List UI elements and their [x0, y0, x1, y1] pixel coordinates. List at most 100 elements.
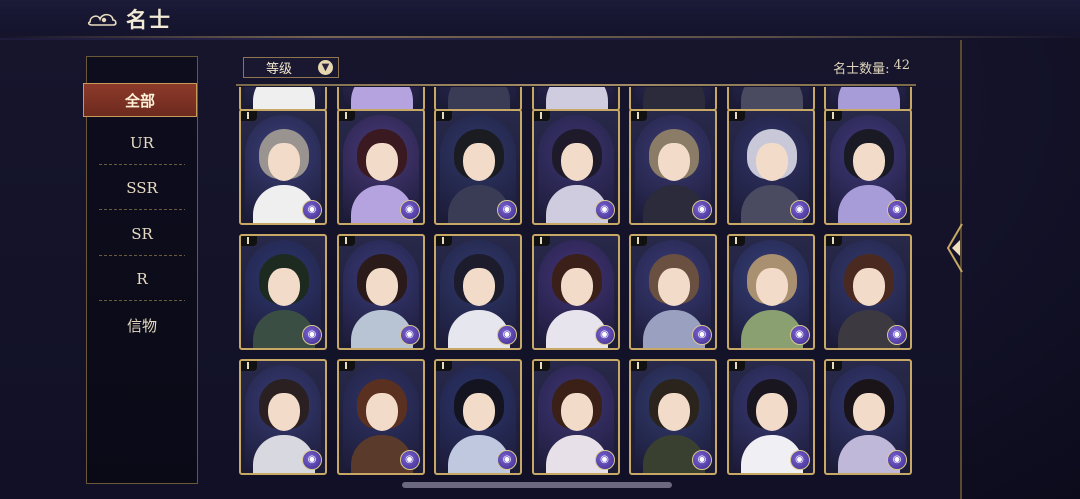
count-value: 42 [893, 58, 910, 73]
portrait-face [463, 268, 495, 306]
rank-marker [436, 236, 452, 246]
rank-marker [533, 111, 550, 121]
character-card[interactable]: ◉ [239, 87, 327, 111]
portrait-face [853, 393, 885, 431]
portrait-face [560, 268, 593, 306]
portrait-face [853, 268, 885, 306]
portrait-face [658, 268, 690, 306]
class-badge-icon: ◉ [789, 325, 810, 345]
portrait-face [268, 143, 300, 181]
filter-sr-label: SR [131, 225, 153, 243]
filter-sr-tab[interactable]: SR [99, 212, 185, 256]
divider [99, 209, 185, 210]
portrait-face [755, 143, 788, 181]
character-card[interactable]: ◉ [726, 359, 815, 475]
filter-ur-tab[interactable]: UR [99, 121, 185, 165]
character-card[interactable]: ◉ [336, 359, 425, 475]
character-card[interactable]: ◉ [336, 87, 425, 111]
character-card[interactable]: ◉ [726, 234, 815, 350]
character-card[interactable]: ◉ [726, 87, 815, 111]
character-card[interactable]: ◉ [531, 359, 620, 475]
class-badge-icon: ◉ [302, 450, 322, 470]
class-badge-icon: ◉ [302, 325, 322, 345]
rank-marker [338, 236, 355, 246]
sort-dropdown[interactable]: 等级 ▼ [243, 57, 339, 78]
character-card[interactable]: ◉ [824, 359, 912, 475]
class-badge-icon: ◉ [399, 200, 420, 220]
portrait-face [560, 143, 593, 181]
title-bar: 名士 [86, 4, 172, 34]
character-card[interactable]: ◉ [726, 109, 815, 225]
filter-r-label: R [136, 270, 148, 288]
filter-ssr-label: SSR [126, 179, 158, 197]
character-card[interactable]: ◉ [434, 87, 522, 111]
character-count: 名士数量: 42 [833, 58, 910, 77]
character-card[interactable]: ◉ [336, 109, 425, 225]
sort-label: 等级 [266, 62, 293, 77]
character-card[interactable]: ◉ [531, 234, 620, 350]
character-card[interactable]: ◉ [824, 109, 912, 225]
class-badge-icon: ◉ [302, 200, 322, 220]
rank-marker [436, 361, 452, 371]
filter-token-tab[interactable]: 信物 [99, 303, 185, 347]
class-badge-icon: ◉ [789, 450, 810, 470]
class-badge-icon: ◉ [399, 325, 420, 345]
portrait-face [268, 268, 300, 306]
class-badge-icon: ◉ [789, 200, 810, 220]
character-card[interactable]: ◉ [239, 234, 327, 350]
class-badge-icon: ◉ [594, 200, 615, 220]
filter-ur-label: UR [130, 134, 154, 152]
portrait-face [365, 393, 398, 431]
character-card[interactable]: ◉ [336, 234, 425, 350]
character-card[interactable]: ◉ [239, 359, 327, 475]
horizontal-scrollbar[interactable] [402, 482, 672, 488]
portrait-face [365, 143, 398, 181]
character-card[interactable]: ◉ [824, 87, 912, 111]
character-card[interactable]: ◉ [239, 109, 327, 225]
portrait-robe [545, 87, 608, 109]
portrait-face [365, 268, 398, 306]
class-badge-icon: ◉ [692, 325, 712, 345]
portrait-robe [350, 87, 413, 109]
character-card[interactable]: ◉ [434, 109, 522, 225]
portrait-robe [448, 87, 510, 109]
filter-token-label: 信物 [126, 316, 157, 335]
character-card[interactable]: ◉ [824, 234, 912, 350]
filter-all-label: 全部 [124, 91, 155, 110]
rank-marker [436, 111, 452, 121]
filter-all-tab[interactable]: 全部 [83, 83, 197, 117]
rank-marker [338, 361, 355, 371]
character-card[interactable]: ◉ [629, 109, 717, 225]
character-card[interactable]: ◉ [531, 87, 620, 111]
portrait-face [268, 393, 300, 431]
character-card[interactable]: ◉ [629, 359, 717, 475]
filter-ssr-tab[interactable]: SSR [99, 166, 185, 210]
character-card[interactable]: ◉ [531, 109, 620, 225]
toolbar-divider [236, 84, 916, 86]
character-card[interactable]: ◉ [434, 359, 522, 475]
rank-marker [631, 361, 647, 371]
character-card[interactable]: ◉ [629, 234, 717, 350]
character-card[interactable]: ◉ [629, 87, 717, 111]
rank-marker [728, 361, 745, 371]
class-badge-icon: ◉ [692, 200, 712, 220]
rank-marker [826, 236, 842, 246]
divider [99, 164, 185, 165]
character-card[interactable]: ◉ [434, 234, 522, 350]
class-badge-icon: ◉ [594, 325, 615, 345]
portrait-face [755, 393, 788, 431]
chevron-down-icon: ▼ [318, 60, 333, 75]
count-label: 名士数量: [833, 62, 890, 77]
title-divider [0, 36, 1080, 38]
portrait-robe [838, 87, 900, 109]
class-badge-icon: ◉ [497, 450, 517, 470]
rank-marker [728, 236, 745, 246]
arrow-left-icon[interactable] [944, 222, 966, 274]
rank-marker [241, 111, 257, 121]
filter-sidebar: 全部 UR SSR SR R 信物 [83, 56, 198, 484]
rank-marker [241, 236, 257, 246]
rank-marker [533, 361, 550, 371]
class-badge-icon: ◉ [887, 325, 907, 345]
filter-r-tab[interactable]: R [99, 257, 185, 301]
character-grid[interactable]: ◉ ◉ ◉ ◉ ◉ ◉ ◉ ◉ ◉ ◉ ◉ ◉ ◉ ◉ ◉ ◉ ◉ ◉ ◉ ◉ ◉ ◉ ◉ ◉ ◉ ◉ ◉ ◉ [236, 87, 916, 483]
